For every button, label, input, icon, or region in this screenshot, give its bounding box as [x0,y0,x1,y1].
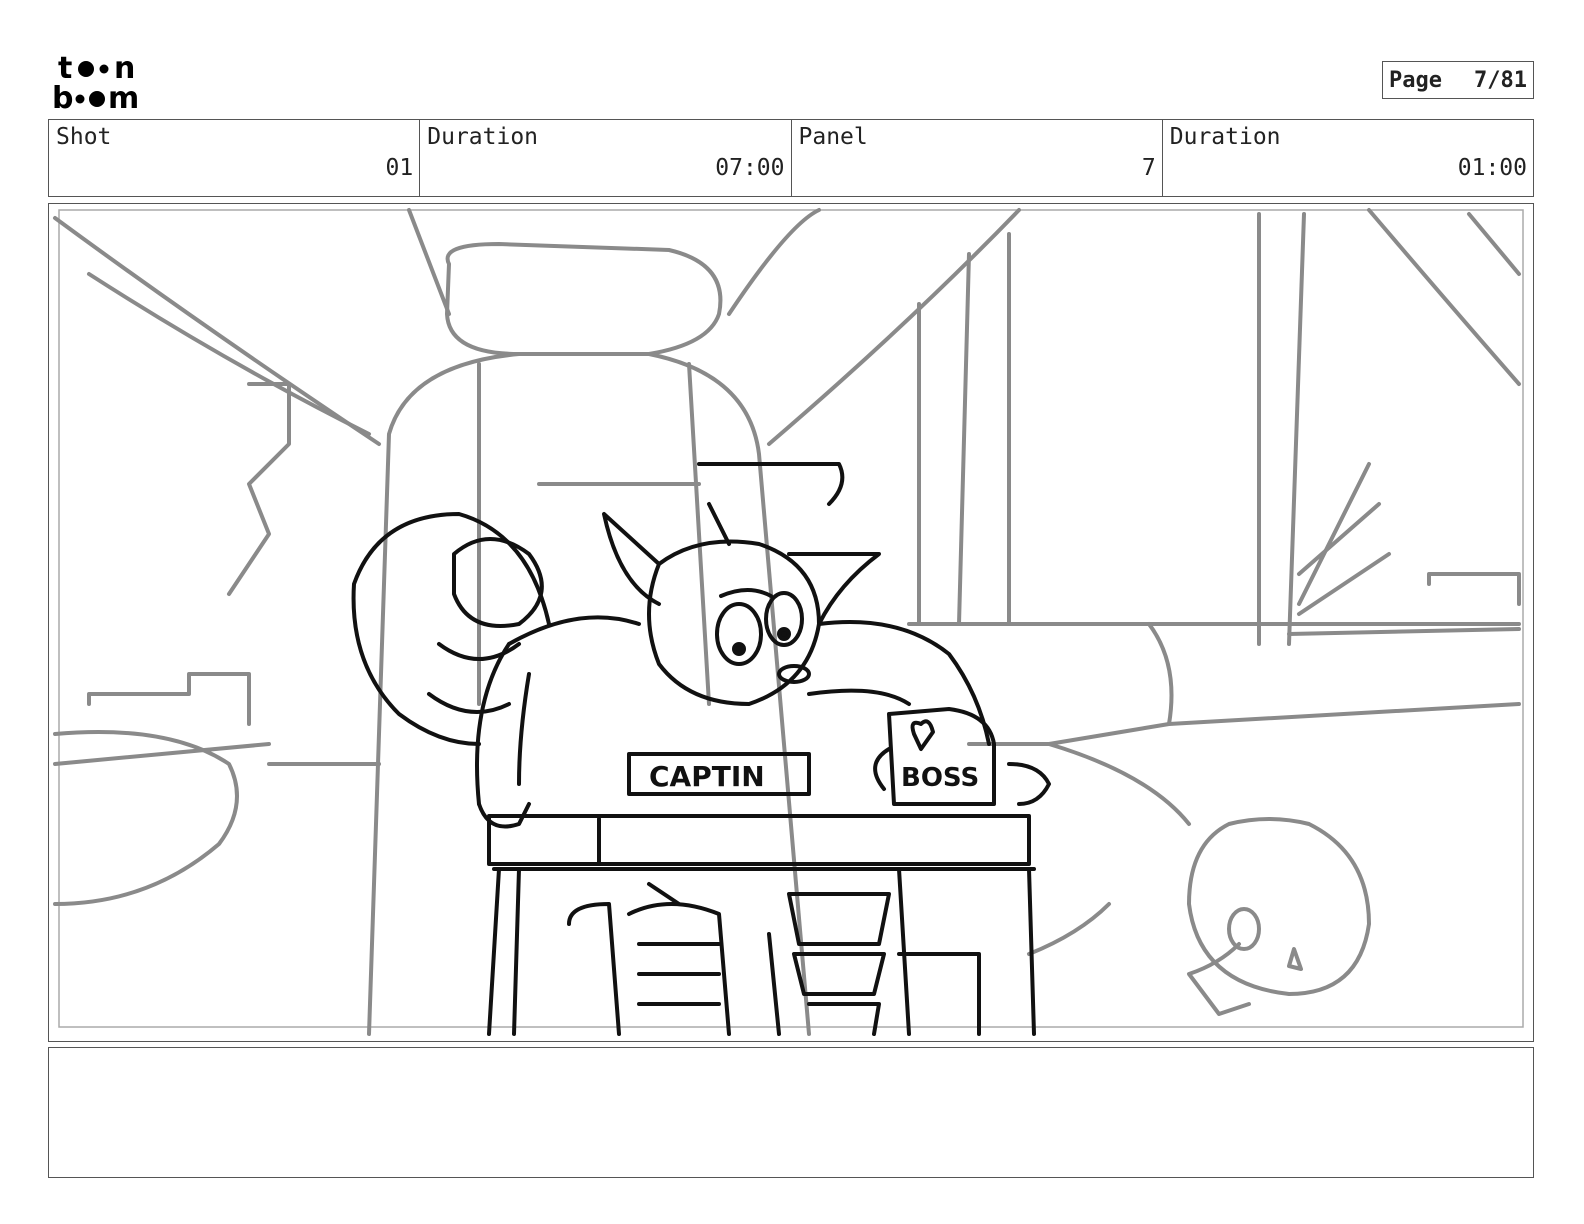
shot-duration-value: 07:00 [715,155,785,181]
shot-info-row: Shot 01 Duration 07:00 Panel 7 Duration … [48,119,1534,197]
page-number: 7/81 [1474,67,1527,93]
svg-text:b: b [52,81,73,112]
panel-duration-value: 01:00 [1457,155,1527,181]
panel-label: Panel [798,124,868,150]
shot-value: 01 [385,155,414,181]
panel-cell: Panel 7 [792,120,1163,196]
panel-duration-label: Duration [1169,124,1281,150]
captin-sign-text: CAPTIN [649,760,765,793]
shot-duration-cell: Duration 07:00 [420,120,792,196]
panel-duration-cell: Duration 01:00 [1163,120,1533,196]
panel-sketch: CAPTIN BOSS [53,208,1524,1036]
shot-duration-label: Duration [427,124,539,150]
svg-text:m: m [108,81,139,112]
storyboard-panel: CAPTIN BOSS [48,203,1534,1042]
background-sketch [53,208,1521,1036]
boss-mug-text: BOSS [901,763,979,793]
toon-boom-logo: t n b m [52,51,139,112]
panel-value: 7 [1141,155,1156,181]
page-indicator: Page 7/81 [1382,61,1534,99]
page-label: Page [1389,67,1442,93]
shot-label: Shot [56,124,112,150]
shot-cell: Shot 01 [49,120,421,196]
notes-area [48,1047,1534,1178]
